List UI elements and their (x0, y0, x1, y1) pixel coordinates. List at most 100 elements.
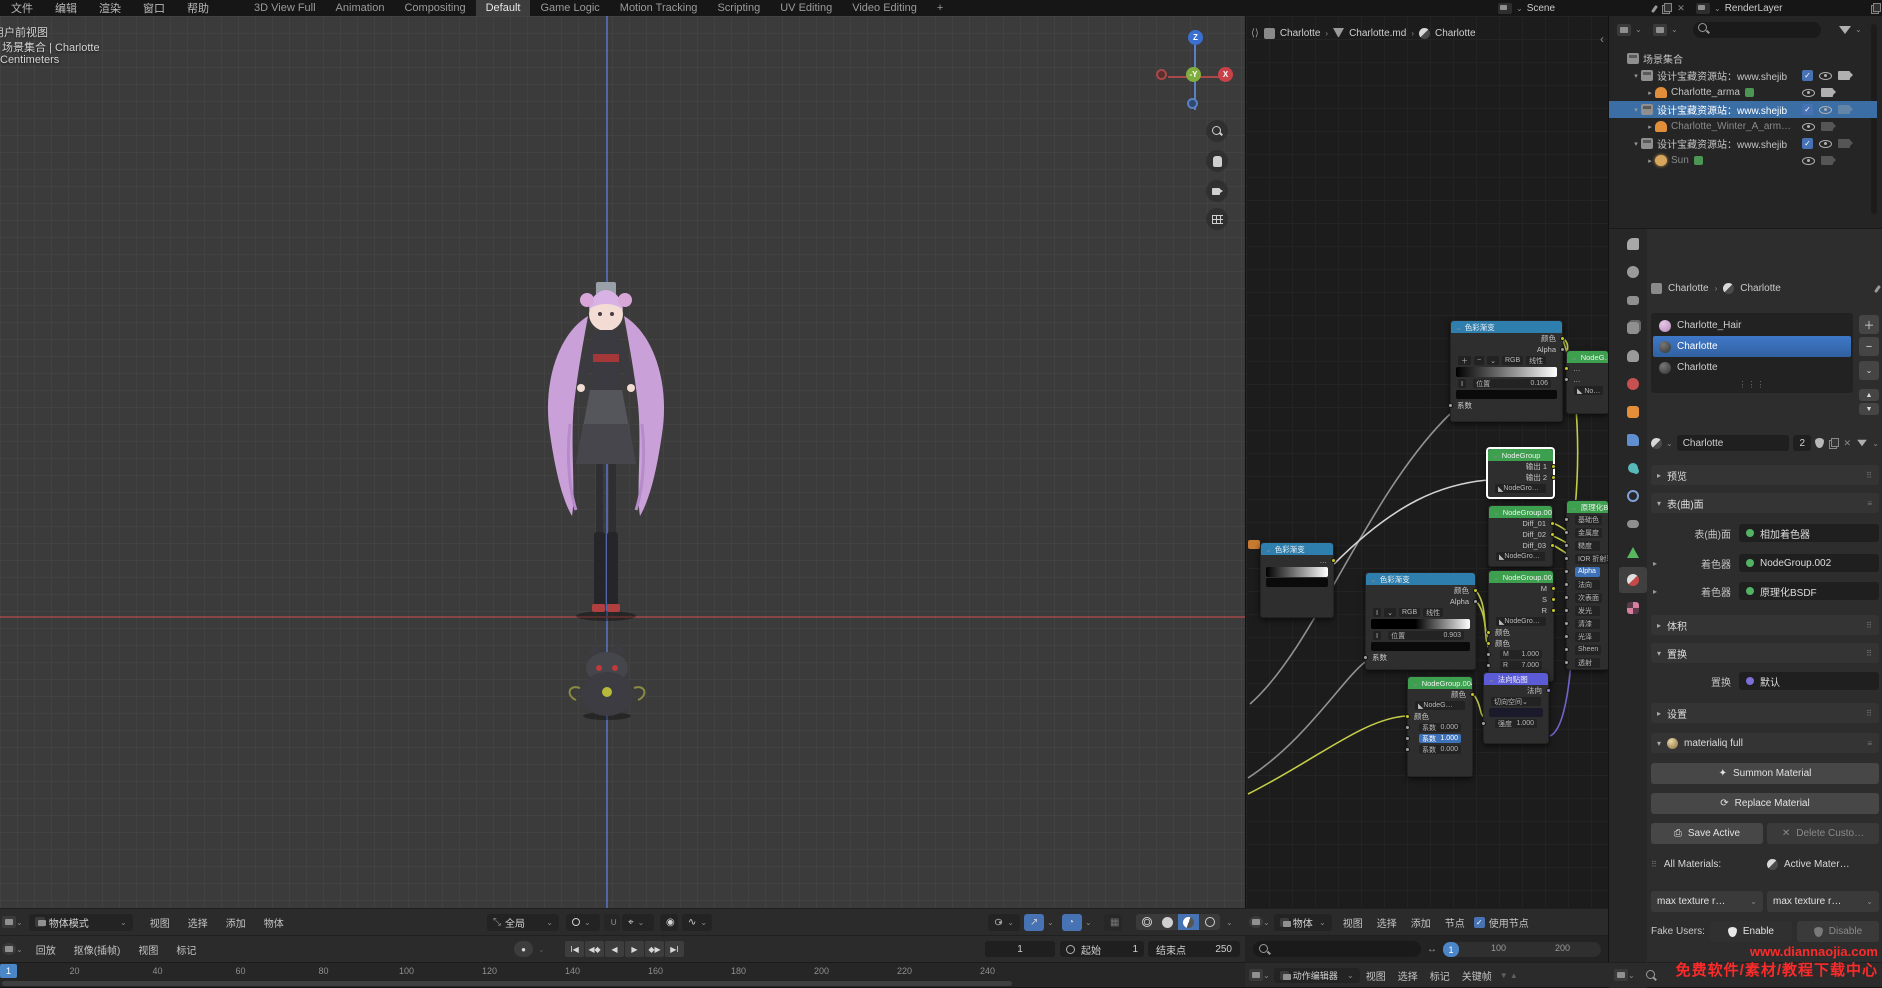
max-texture-dropdown-2[interactable]: max texture r…⌄ (1767, 891, 1879, 912)
visibility-dropdown[interactable]: ⌄ (988, 914, 1020, 931)
xray-toggle[interactable]: ▦ (1104, 914, 1122, 931)
delete-custom-button[interactable]: ✕Delete Custo… (1767, 823, 1879, 844)
snap-magnet-icon[interactable]: ∪ (604, 914, 620, 931)
data-tab[interactable] (1619, 539, 1647, 565)
workspace-tab[interactable]: Compositing (394, 0, 475, 16)
hide-eye-icon[interactable] (1802, 123, 1815, 131)
use-nodes-checkbox[interactable]: ✓使用节点 (1474, 915, 1529, 930)
zoom-tool-icon[interactable] (1206, 120, 1228, 142)
pin-icon[interactable] (1874, 284, 1881, 292)
colorramp-gradient[interactable] (1371, 619, 1470, 629)
colorramp-gradient[interactable] (1456, 367, 1557, 377)
expand-arrow[interactable]: ▸ (1653, 559, 1657, 568)
panel-surface[interactable]: ▾表(曲)面≡ (1651, 493, 1879, 513)
outliner-search-input[interactable] (1693, 22, 1821, 38)
summon-material-button[interactable]: ✦Summon Material (1651, 763, 1879, 784)
dopesheet-search-input[interactable] (1253, 941, 1421, 957)
remove-slot-button[interactable]: − (1859, 337, 1879, 356)
panel-preview[interactable]: ▸预览⠿ (1651, 465, 1879, 485)
play-button[interactable]: ▶ (625, 941, 644, 957)
range-current-chip[interactable]: 1 (1443, 942, 1459, 957)
collection-checkbox[interactable]: ✓ (1802, 138, 1813, 149)
axis-x-ball[interactable]: X (1218, 67, 1233, 82)
add-slot-button[interactable]: ＋ (1859, 315, 1879, 334)
shader2-value[interactable]: 原理化BSDF (1739, 582, 1879, 600)
material-tab[interactable] (1619, 567, 1647, 593)
shading-material-preview[interactable] (1178, 914, 1199, 930)
replace-material-button[interactable]: ⟳Replace Material (1651, 793, 1879, 814)
output-tab[interactable] (1619, 287, 1647, 313)
timeline-menu-item[interactable]: 标记 (167, 942, 205, 957)
pivot-dropdown[interactable]: ⌄ (566, 914, 600, 931)
outliner-display-mode-icon[interactable] (1617, 24, 1631, 36)
render-camera-icon[interactable] (1821, 156, 1833, 165)
save-active-button[interactable]: ⎙Save Active (1651, 823, 1763, 844)
dopesheet-menu-item[interactable]: 标记 (1424, 968, 1456, 983)
workspace-tab[interactable]: Video Editing (842, 0, 927, 16)
node-group-001[interactable]: ⌄NodeGroup.001 MSR ◣ NodeGro… 颜色颜色 M1.00… (1488, 570, 1554, 682)
workspace-tab[interactable]: Animation (326, 0, 395, 16)
dopesheet-menu-item[interactable]: 选择 (1392, 968, 1424, 983)
hide-eye-icon[interactable] (1819, 106, 1832, 114)
axis-neg-x-ball[interactable] (1156, 69, 1167, 80)
node-colorramp-2[interactable]: ⌄色彩渐变 颜色 Alpha Ⅰ⌄RGB线性 Ⅰ位置0.903 系数 (1365, 572, 1476, 670)
outliner[interactable]: ⌄ ⌄ ⌄ 场景集合 ▾ 设计宝藏资源站：www.shejib (1608, 16, 1882, 228)
panel-materialiq[interactable]: ▾materialiq full≡ (1651, 733, 1879, 753)
properties-search-icon[interactable] (1645, 969, 1657, 981)
timeline-menu-item[interactable]: 视图 (129, 942, 167, 957)
material-slot[interactable]: Charlotte (1653, 336, 1851, 357)
play-reverse-button[interactable]: ◀ (605, 941, 624, 957)
render-camera-icon[interactable] (1821, 122, 1833, 131)
add-stop-button[interactable]: ＋ (1458, 356, 1471, 365)
timeline-editor-icon[interactable] (2, 943, 16, 955)
image-node-tag[interactable] (1248, 540, 1260, 549)
user-count-badge[interactable]: 2 (1793, 435, 1811, 451)
workspace-tab[interactable]: Default (476, 0, 531, 16)
jump-to-end-button[interactable]: ▶Ⅰ (665, 941, 684, 957)
physics-tab[interactable] (1619, 483, 1647, 509)
node-normal-map[interactable]: ⌄法向贴图 法向 切向空间 ⌄ 强度1.000 (1483, 672, 1549, 744)
pan-hand-icon[interactable] (1206, 150, 1228, 172)
remove-stop-button[interactable]: − (1474, 356, 1484, 365)
proportional-edit-icon[interactable]: ◉ (660, 914, 678, 931)
shading-rendered[interactable] (1199, 914, 1220, 930)
fake-users-enable-button[interactable]: Enable (1710, 921, 1792, 942)
workspace-tab[interactable]: UV Editing (770, 0, 842, 16)
node-editor-menu-item[interactable]: 视图 (1336, 915, 1370, 930)
shading-wireframe[interactable] (1136, 914, 1157, 930)
outliner-row[interactable]: ▾ 设计宝藏资源站：www.shejib ✓ (1609, 135, 1877, 152)
frame-end-field[interactable]: 结束点250 (1148, 941, 1240, 957)
expand-arrow[interactable]: ▸ (1653, 587, 1657, 596)
material-slot-list[interactable]: Charlotte_Hair Charlotte Charlotte ⋮⋮⋮ (1651, 313, 1853, 393)
material-slot[interactable]: Charlotte_Hair (1653, 315, 1851, 336)
dopesheet-editor-icon[interactable] (1249, 969, 1263, 981)
hide-eye-icon[interactable] (1819, 140, 1832, 148)
close-icon[interactable]: ✕ (1676, 3, 1686, 13)
tool-tab[interactable] (1619, 231, 1647, 257)
dopesheet-menu-item[interactable]: 关键帧 (1456, 968, 1498, 983)
dopesheet-menu-item[interactable]: 视图 (1360, 968, 1392, 983)
texture-tab[interactable] (1619, 595, 1647, 621)
particles-tab[interactable] (1619, 455, 1647, 481)
shader-type-dropdown[interactable]: 物体⌄ (1274, 914, 1332, 931)
node-group-selected[interactable]: ⌄NodeGroup 输出 1输出 2 ◣ NodeGro… (1487, 448, 1554, 498)
render-camera-icon[interactable] (1821, 88, 1833, 97)
topbar-menu-item[interactable]: 渲染 (88, 0, 132, 16)
node-colorramp-small[interactable]: ⌄色彩渐变 … (1260, 542, 1334, 618)
fake-users-disable-button[interactable]: Disable (1797, 921, 1879, 942)
topbar-menu-item[interactable]: 文件 (0, 0, 44, 16)
copy-material-icon[interactable] (1828, 438, 1838, 448)
colorramp-swatch[interactable] (1371, 642, 1470, 651)
falloff-dropdown[interactable]: ∿⌄ (682, 914, 712, 931)
expand-range-icon[interactable]: ↔ (1427, 944, 1437, 955)
editor-type-icon[interactable] (2, 916, 16, 928)
timeline-menu-item[interactable]: 回放 (27, 942, 65, 957)
panel-volume[interactable]: ▸体积⠿ (1651, 615, 1879, 635)
material-name-field[interactable]: Charlotte (1677, 435, 1790, 451)
new-scene-icon[interactable] (1661, 3, 1671, 13)
snap-target-dropdown[interactable]: ⌖⌄ (622, 914, 654, 931)
creature-model[interactable] (560, 640, 655, 722)
prev-keyframe-button[interactable]: ◀◆ (585, 941, 604, 957)
colorramp-swatch[interactable] (1456, 390, 1557, 399)
collection-checkbox[interactable]: ✓ (1802, 104, 1813, 115)
